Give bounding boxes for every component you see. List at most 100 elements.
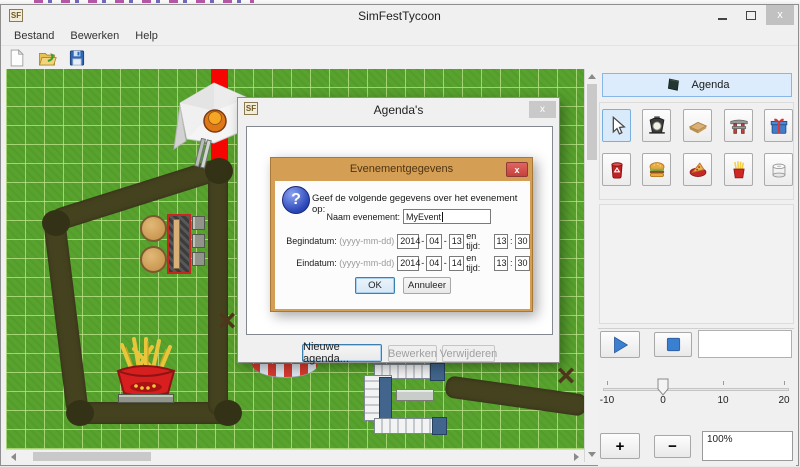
end-year-input[interactable]: 2014 — [397, 256, 419, 271]
ok-button[interactable]: OK — [355, 277, 395, 294]
start-day-input[interactable]: 13 — [449, 234, 464, 249]
stall-table[interactable] — [140, 215, 167, 242]
delete-agenda-button[interactable]: Verwijderen — [442, 345, 495, 362]
toilet-roll-icon — [768, 159, 790, 181]
date-separator: - — [419, 258, 426, 268]
cancel-button[interactable]: Annuleer — [403, 277, 451, 294]
menu-bewerken[interactable]: Bewerken — [63, 28, 126, 44]
maximize-button[interactable] — [737, 5, 765, 25]
fries-stand[interactable] — [104, 337, 184, 401]
new-agenda-button[interactable]: Nieuwe agenda... — [302, 344, 382, 362]
text-caret — [442, 212, 443, 222]
horizontal-scroll-thumb[interactable] — [33, 452, 151, 461]
tool-gift-box[interactable] — [764, 109, 793, 142]
open-file-button[interactable] — [35, 47, 59, 69]
zoom-in-button[interactable]: + — [600, 433, 640, 459]
controls-divider — [598, 328, 794, 329]
start-year-input[interactable]: 2014 — [397, 234, 419, 249]
agenda-button-label: Agenda — [692, 79, 730, 91]
speed-slider-track[interactable] — [603, 388, 789, 391]
start-month-input[interactable]: 04 — [426, 234, 441, 249]
burger-stall-plank — [173, 219, 180, 269]
speed-slider-thumb[interactable] — [657, 378, 669, 396]
end-minute-input[interactable]: 30 — [515, 256, 530, 271]
scroll-left-icon[interactable] — [11, 453, 16, 461]
path-segment[interactable] — [43, 219, 88, 414]
minimize-icon — [718, 18, 727, 20]
play-icon — [610, 335, 630, 355]
close-icon: x — [777, 9, 783, 21]
start-hour-input[interactable]: 13 — [494, 234, 509, 249]
zoom-level-field[interactable]: 100% — [702, 431, 793, 461]
slider-label: 10 — [710, 395, 736, 406]
zoom-out-button[interactable]: − — [654, 435, 691, 458]
tool-toilet-roll[interactable] — [764, 153, 793, 186]
time-label: en tijd: — [464, 231, 493, 251]
window-titlebar[interactable]: SF SimFestTycoon x — [1, 5, 798, 27]
date-separator: - — [442, 258, 449, 268]
status-panel — [698, 330, 792, 358]
path-segment[interactable] — [208, 165, 228, 415]
select-cursor-icon — [606, 115, 628, 137]
date-format-hint: (yyyy-mm-dd) — [339, 258, 394, 268]
slider-label: 20 — [771, 395, 797, 406]
event-dialog-titlebar[interactable]: Evenementgegevens x — [271, 158, 532, 181]
event-dialog-close-button[interactable]: x — [506, 162, 528, 177]
scroll-down-icon[interactable] — [588, 452, 596, 457]
minimize-button[interactable] — [708, 5, 736, 25]
time-label: en tijd: — [464, 253, 493, 273]
hamburger-icon — [646, 159, 668, 181]
trash-bin-icon — [606, 159, 628, 181]
scroll-right-icon[interactable] — [574, 453, 579, 461]
agendas-dialog-title: Agenda's — [238, 103, 559, 117]
scroll-up-icon[interactable] — [588, 74, 596, 79]
close-button[interactable]: x — [766, 5, 794, 25]
toilet-block-cabin[interactable] — [432, 417, 447, 435]
tool-torii-gate[interactable] — [724, 109, 753, 142]
tool-stage[interactable] — [683, 109, 712, 142]
new-document-icon — [7, 48, 27, 68]
agendas-dialog-close-button[interactable]: x — [529, 101, 556, 118]
minus-icon: − — [668, 438, 677, 455]
menu-bestand[interactable]: Bestand — [7, 28, 61, 44]
new-file-button[interactable] — [5, 47, 29, 69]
bench[interactable] — [118, 394, 174, 403]
slider-label: 0 — [650, 395, 676, 406]
marker-x-icon[interactable] — [557, 366, 575, 385]
map-horizontal-scrollbar[interactable] — [6, 449, 584, 462]
toilet-block-cabin[interactable] — [430, 363, 445, 381]
torii-gate-icon — [728, 115, 750, 137]
play-button[interactable] — [600, 331, 640, 358]
menu-help[interactable]: Help — [128, 28, 165, 44]
end-hour-input[interactable]: 13 — [494, 256, 509, 271]
tool-pizza[interactable] — [683, 153, 712, 186]
stop-button[interactable] — [654, 332, 692, 357]
save-file-button[interactable] — [65, 47, 89, 69]
tool-trash-bin[interactable] — [602, 153, 631, 186]
end-day-input[interactable]: 14 — [449, 256, 464, 271]
menu-bar: Bestand Bewerken Help — [1, 27, 798, 46]
end-month-input[interactable]: 04 — [426, 256, 441, 271]
bench[interactable] — [396, 389, 434, 401]
tool-stage-light[interactable] — [642, 109, 671, 142]
event-data-dialog: Evenementgegevens x ? Geef de volgende g… — [270, 157, 533, 312]
bench-group[interactable] — [192, 216, 205, 270]
tool-hamburger[interactable] — [642, 153, 671, 186]
tool-fries[interactable] — [724, 153, 753, 186]
agenda-button[interactable]: Agenda — [602, 73, 792, 97]
tool-select-cursor[interactable] — [602, 109, 631, 142]
close-icon: x — [540, 104, 545, 115]
date-format-hint: (yyyy-mm-dd) — [339, 236, 394, 246]
edit-agenda-button[interactable]: Bewerken — [388, 345, 437, 362]
agendas-dialog-titlebar[interactable]: SF Agenda's x — [238, 98, 559, 122]
carousel-roof[interactable] — [252, 364, 318, 378]
toilet-block-cabin[interactable] — [379, 377, 392, 419]
screen: SF SimFestTycoon x Bestand Bewerken Help — [0, 0, 800, 467]
vertical-scroll-thumb[interactable] — [587, 84, 597, 160]
event-name-input[interactable]: MyEvent — [403, 209, 491, 224]
stall-table[interactable] — [140, 246, 167, 273]
marker-x-icon[interactable] — [218, 311, 236, 330]
gift-box-icon — [768, 115, 790, 137]
start-minute-input[interactable]: 30 — [515, 234, 530, 249]
stage-light-icon — [646, 115, 668, 137]
